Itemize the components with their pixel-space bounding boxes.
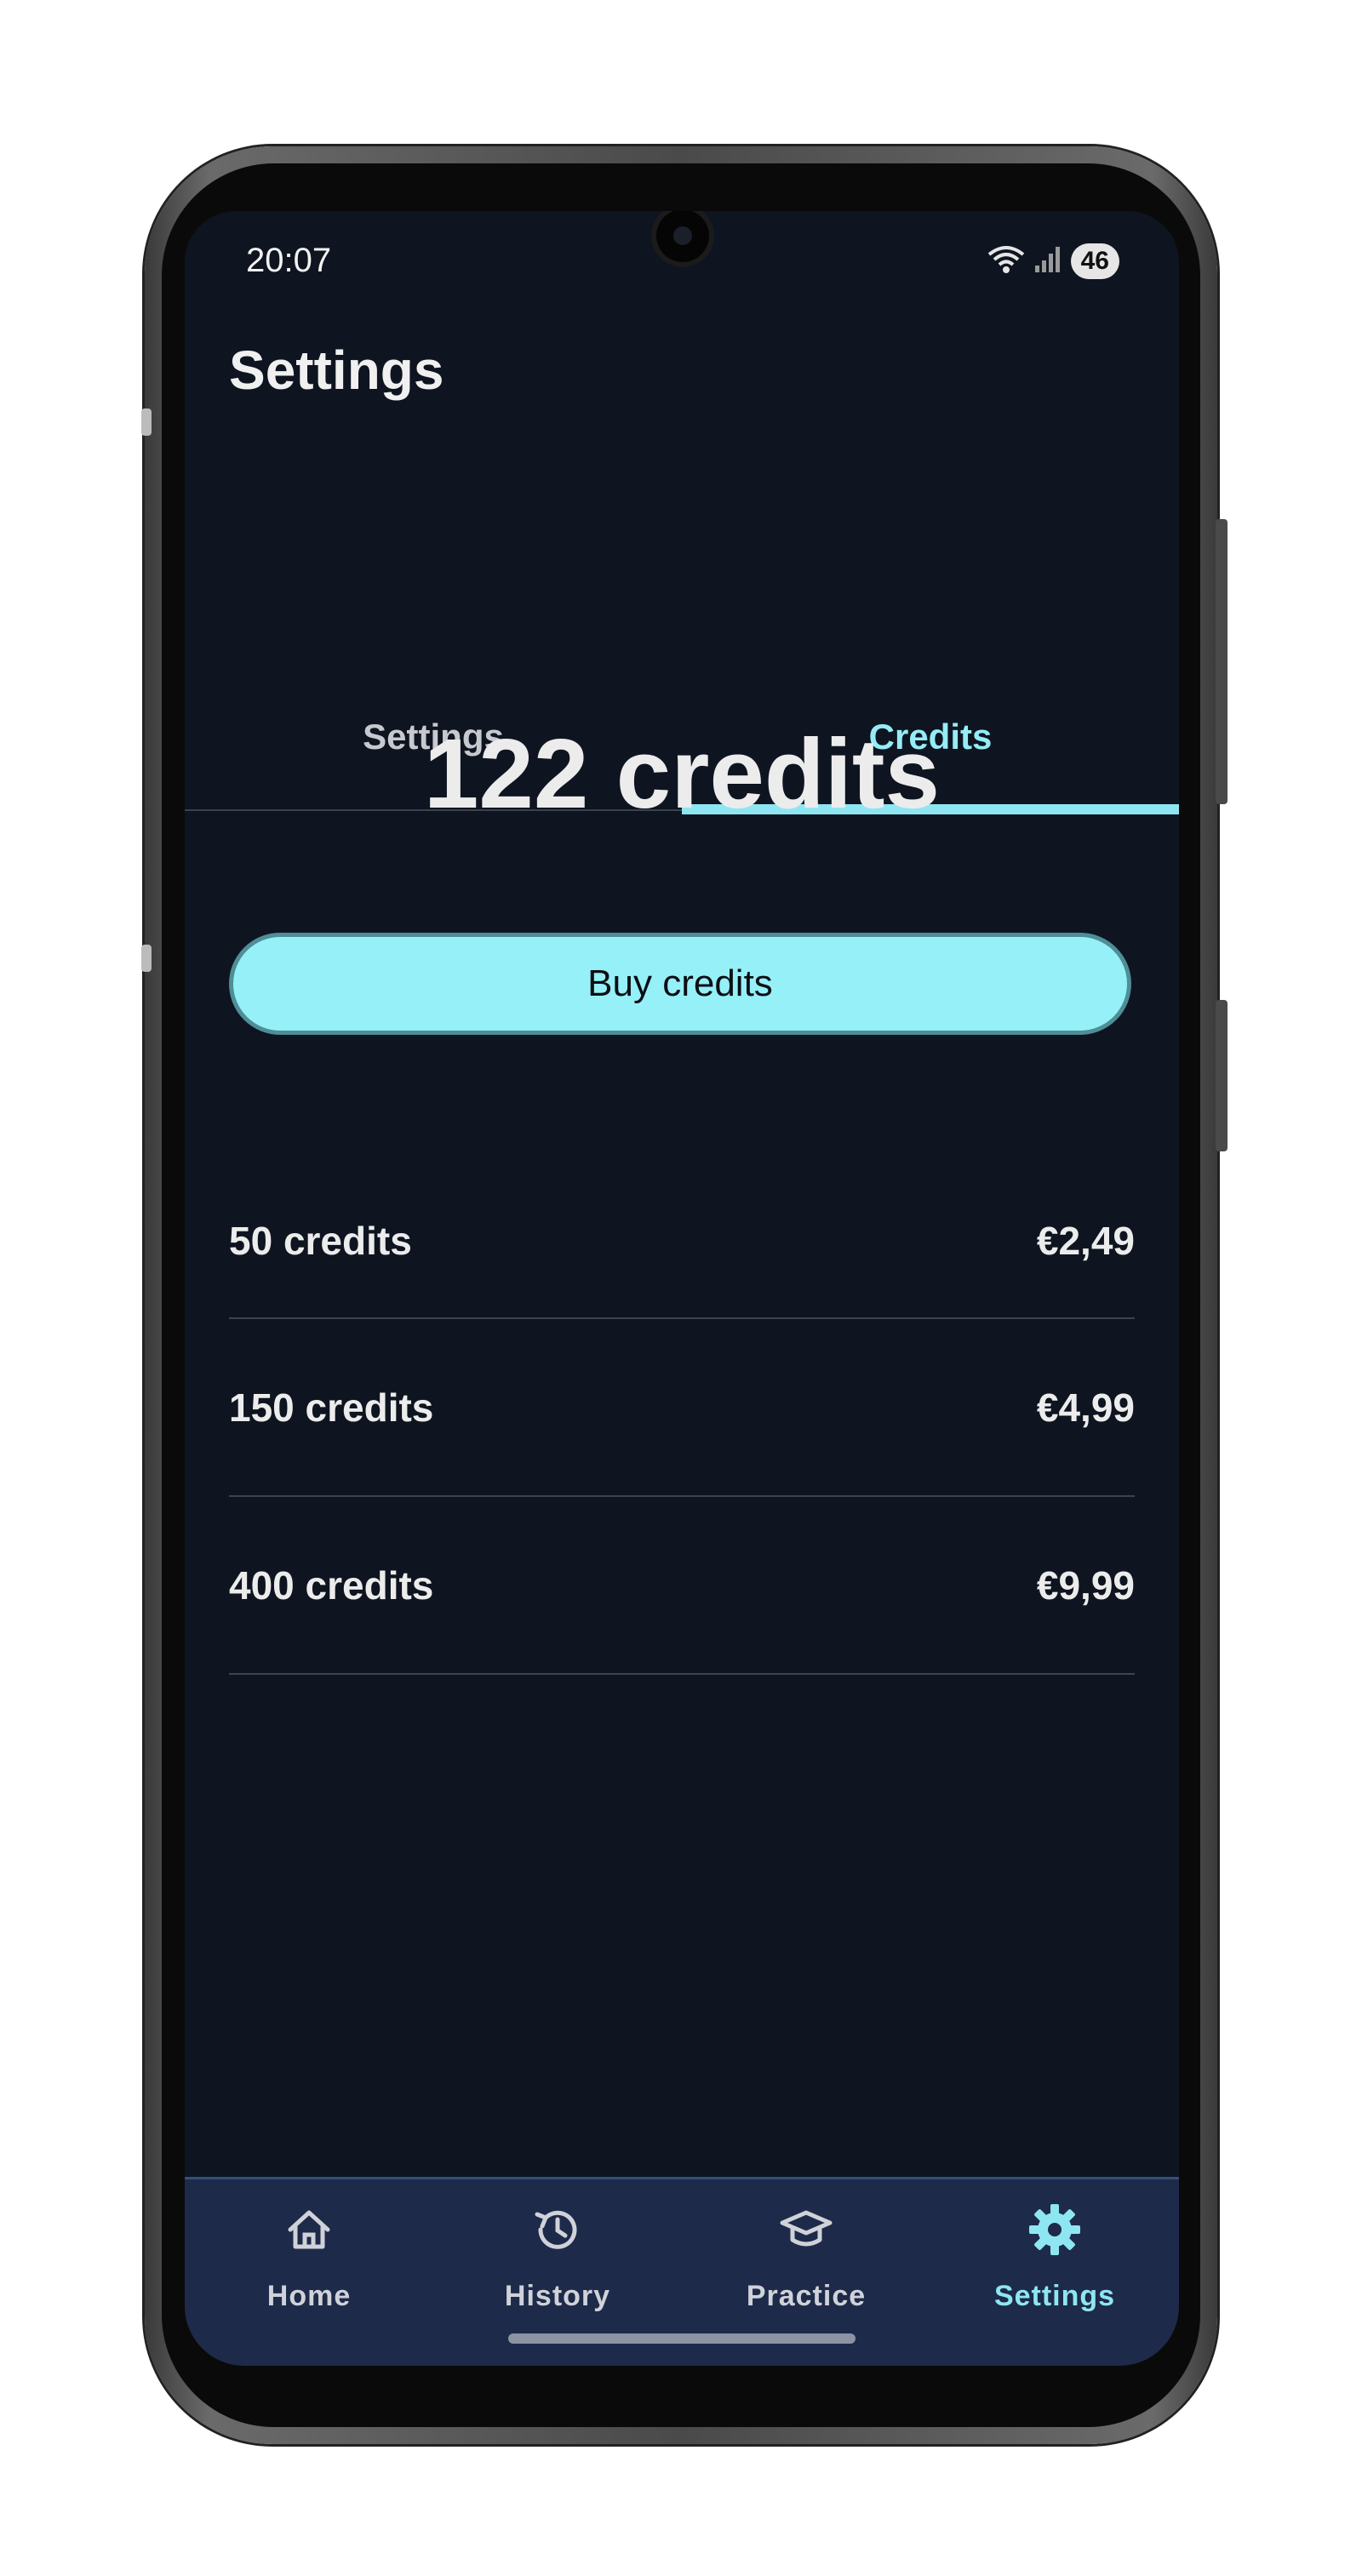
front-camera xyxy=(656,211,709,262)
status-icons: 46 xyxy=(987,242,1119,281)
credit-packages-list: 50 credits €2,49 150 credits €4,99 400 c… xyxy=(229,1164,1135,1675)
nav-history[interactable]: History xyxy=(433,2196,682,2324)
package-amount: 50 credits xyxy=(229,1219,412,1263)
nav-label: Home xyxy=(266,2280,352,2312)
credit-package-row[interactable]: 50 credits €2,49 xyxy=(229,1164,1135,1319)
volume-button xyxy=(1216,1000,1228,1151)
frame-notch xyxy=(141,408,152,436)
power-button xyxy=(1216,519,1228,804)
app-screen: 20:07 46 Settings Settings Credits 122 c… xyxy=(185,211,1179,2366)
status-time: 20:07 xyxy=(246,242,332,279)
nav-home[interactable]: Home xyxy=(185,2196,433,2324)
gear-icon xyxy=(1027,2200,1082,2259)
frame-notch xyxy=(141,945,152,972)
battery-indicator: 46 xyxy=(1070,243,1119,279)
nav-settings[interactable]: Settings xyxy=(930,2196,1179,2324)
package-amount: 150 credits xyxy=(229,1385,434,1430)
nav-label: Practice xyxy=(746,2280,867,2312)
credit-package-row[interactable]: 150 credits €4,99 xyxy=(229,1319,1135,1497)
package-price: €4,99 xyxy=(1036,1385,1135,1430)
nav-practice[interactable]: Practice xyxy=(682,2196,930,2324)
home-icon xyxy=(285,2200,333,2259)
history-icon xyxy=(532,2200,583,2259)
buy-credits-button[interactable]: Buy credits xyxy=(229,933,1131,1035)
nav-label: Settings xyxy=(993,2280,1116,2312)
package-amount: 400 credits xyxy=(229,1562,434,1608)
wifi-icon xyxy=(987,243,1025,281)
credit-balance: 122 credits xyxy=(423,718,941,829)
gesture-bar[interactable] xyxy=(508,2333,856,2344)
signal-icon xyxy=(1033,245,1062,278)
package-price: €2,49 xyxy=(1036,1219,1135,1263)
graduation-cap-icon xyxy=(779,2200,833,2259)
credit-package-row[interactable]: 400 credits €9,99 xyxy=(229,1497,1135,1675)
package-price: €9,99 xyxy=(1036,1562,1135,1608)
nav-label: History xyxy=(504,2280,611,2312)
page-title: Settings xyxy=(229,340,444,401)
